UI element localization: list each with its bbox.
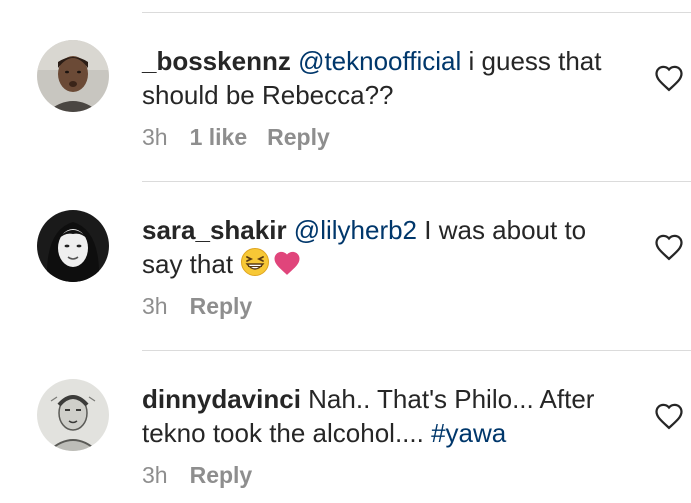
- grinning-squinting-face-icon: [240, 247, 270, 285]
- heart-outline-icon[interactable]: [654, 233, 684, 261]
- avatar[interactable]: [37, 379, 109, 451]
- comment-mention[interactable]: @lilyherb2: [294, 215, 417, 245]
- comment-meta: 3h Reply: [142, 293, 252, 320]
- comment-likes-count[interactable]: 1 like: [190, 124, 248, 151]
- reply-button[interactable]: Reply: [190, 293, 253, 320]
- comment-time: 3h: [142, 462, 168, 488]
- comment-text-line2: tekno took the alcohol....: [142, 418, 432, 448]
- comment-username[interactable]: sara_shakir: [142, 215, 287, 245]
- comment-meta: 3h Reply: [142, 462, 252, 489]
- comment-divider: [142, 12, 691, 13]
- comment-text-line1: I was about to: [417, 215, 587, 245]
- comment-mention[interactable]: @teknoofficial: [298, 46, 461, 76]
- pink-heart-icon: [272, 249, 302, 285]
- comment-divider: [142, 350, 691, 351]
- comment-text-line1: Nah.. That's Philo... After: [300, 384, 595, 414]
- comment-time: 3h: [142, 124, 168, 150]
- comment-text: dinnydavinci Nah.. That's Philo... After…: [142, 382, 642, 450]
- comment-text-line1: i guess that: [461, 46, 602, 76]
- comment-text: _bosskennz @teknoofficial i guess that s…: [142, 44, 642, 112]
- heart-outline-icon[interactable]: [654, 64, 684, 92]
- heart-outline-icon[interactable]: [654, 402, 684, 430]
- comment-divider: [142, 181, 691, 182]
- comment-text-line2: should be Rebecca??: [142, 80, 394, 110]
- comment-hashtag[interactable]: #yawa: [431, 418, 506, 448]
- comment-time: 3h: [142, 293, 168, 319]
- comment-text-line2: say that: [142, 249, 241, 279]
- reply-button[interactable]: Reply: [190, 462, 253, 489]
- comment-username[interactable]: _bosskennz: [142, 46, 291, 76]
- comment-meta: 3h 1 like Reply: [142, 124, 330, 151]
- comment-username[interactable]: dinnydavinci: [142, 384, 301, 414]
- reply-button[interactable]: Reply: [267, 124, 330, 151]
- avatar[interactable]: [37, 210, 109, 282]
- comment-text: sara_shakir @lilyherb2 I was about to sa…: [142, 213, 642, 285]
- avatar[interactable]: [37, 40, 109, 112]
